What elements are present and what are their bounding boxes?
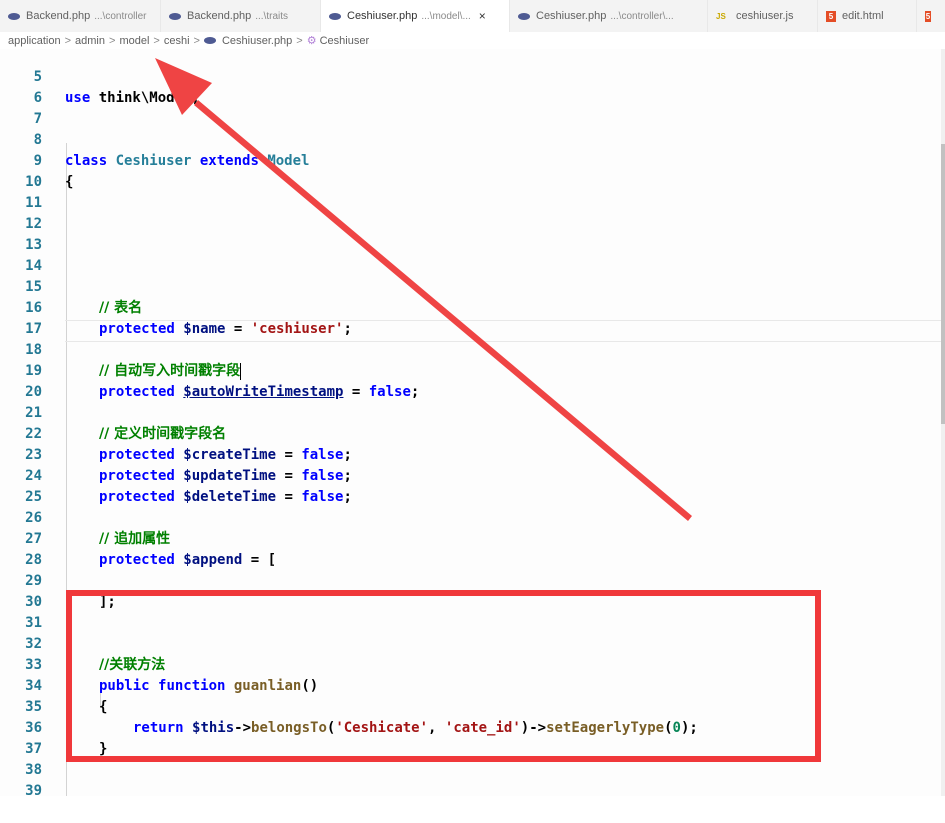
code-line: 34 { xyxy=(0,655,940,715)
php-icon xyxy=(8,12,20,20)
code-line: 5 use think\Model; xyxy=(0,46,940,106)
tab-label: ceshiuser.js xyxy=(736,10,794,22)
tab-edit-html[interactable]: 5 edit.html xyxy=(818,0,917,32)
tab-hint: ...\model\... xyxy=(421,10,471,22)
php-icon xyxy=(518,12,530,20)
breadcrumb-separator: > xyxy=(64,34,72,47)
php-icon xyxy=(169,12,181,20)
code-line: 35 return $this->belongsTo('Ceshicate', … xyxy=(0,676,940,736)
breadcrumb-admin[interactable]: admin xyxy=(75,35,105,47)
tab-backend-traits[interactable]: Backend.php ...\traits xyxy=(161,0,321,32)
code-line: 28 xyxy=(0,529,940,568)
js-icon: JS xyxy=(716,11,726,21)
code-line: 6 xyxy=(0,67,940,106)
code-line: 37 xyxy=(0,718,940,757)
code-line: 7 xyxy=(0,88,940,127)
code-line: 25 xyxy=(0,466,940,505)
code-line: 15 // 表名 xyxy=(0,256,940,316)
breadcrumb-separator: > xyxy=(193,34,200,47)
breadcrumb-model[interactable]: model xyxy=(119,35,149,47)
code-line: 10 xyxy=(0,151,940,190)
breadcrumb-separator: > xyxy=(109,34,116,47)
code-line: 21 // 定义时间戳字段名 xyxy=(0,382,940,442)
code-editor[interactable]: 5 use think\Model; 6 7 8 class Ceshiuser… xyxy=(0,46,945,799)
php-icon xyxy=(203,37,216,44)
line-number: 39 xyxy=(25,783,42,799)
tab-ceshiuser-model[interactable]: Ceshiuser.php ...\model\... × xyxy=(321,0,510,32)
editor-tab-bar: Backend.php ...\controller Backend.php .… xyxy=(0,0,945,33)
code-line: 32 //关联方法 xyxy=(0,613,940,673)
code-line: 38 xyxy=(0,739,940,778)
code-line: 33 public function guanlian() xyxy=(0,634,940,694)
code-line: 11 xyxy=(0,172,940,211)
tab-label: Backend.php xyxy=(26,10,91,22)
code-line: 22 protected $createTime = false; xyxy=(0,403,940,463)
code-line: 9 { xyxy=(0,130,940,190)
code-line: 23 protected $updateTime = false; xyxy=(0,424,940,484)
code-line: 19 protected $autoWriteTimestamp = false… xyxy=(0,340,940,400)
code-line: 16 protected $name = 'ceshiuser'; xyxy=(0,277,940,337)
tab-label: edit.html xyxy=(842,10,884,22)
html-icon: 5 xyxy=(826,10,836,22)
tab-ceshiuser-js[interactable]: JS ceshiuser.js xyxy=(708,0,818,32)
breadcrumb-separator: > xyxy=(153,34,160,47)
code-line: 29 ]; xyxy=(0,550,940,610)
tab-label: Backend.php xyxy=(187,10,252,22)
tab-label: Ceshiuser.php xyxy=(536,10,607,22)
code-line: 20 xyxy=(0,361,940,400)
breadcrumb-application[interactable]: application xyxy=(8,35,61,47)
breadcrumb-ceshi[interactable]: ceshi xyxy=(164,35,190,47)
breadcrumb-file[interactable]: Ceshiuser.php xyxy=(222,35,292,47)
tab-ceshiuser-controller[interactable]: Ceshiuser.php ...\controller\... xyxy=(510,0,708,32)
code-line: 26 // 追加属性 xyxy=(0,487,940,547)
code-line: 24 protected $deleteTime = false; xyxy=(0,445,940,505)
code-line: 17 xyxy=(0,298,940,337)
tab-label: Ceshiuser.php xyxy=(347,10,418,22)
code-line: 36 } xyxy=(0,697,940,757)
tab-hint: ...\controller xyxy=(94,10,147,22)
code-line: 14 xyxy=(0,235,940,274)
code-line: 39 xyxy=(0,760,940,799)
code-line: 18 // 自动写入时间戳字段 xyxy=(0,319,940,380)
code-line: 31 xyxy=(0,592,940,631)
breadcrumb-separator: > xyxy=(296,34,303,47)
html-icon: 5 xyxy=(925,10,931,22)
code-line: 13 xyxy=(0,214,940,253)
scrollbar-thumb[interactable] xyxy=(941,144,945,424)
code-line: 8 class Ceshiuser extends Model xyxy=(0,109,940,169)
code-line: 27 protected $append = [ xyxy=(0,508,940,568)
php-icon xyxy=(329,12,341,20)
tab-hint: ...\traits xyxy=(255,10,289,22)
breadcrumb-symbol[interactable]: Ceshiuser xyxy=(320,35,370,47)
tab-overflow[interactable]: 5 xyxy=(917,0,945,32)
tab-hint: ...\controller\... xyxy=(610,10,674,22)
tab-backend-controller[interactable]: Backend.php ...\controller xyxy=(0,0,161,32)
close-icon[interactable]: × xyxy=(479,9,486,23)
code-line: 12 xyxy=(0,193,940,232)
code-line: 30 xyxy=(0,571,940,610)
